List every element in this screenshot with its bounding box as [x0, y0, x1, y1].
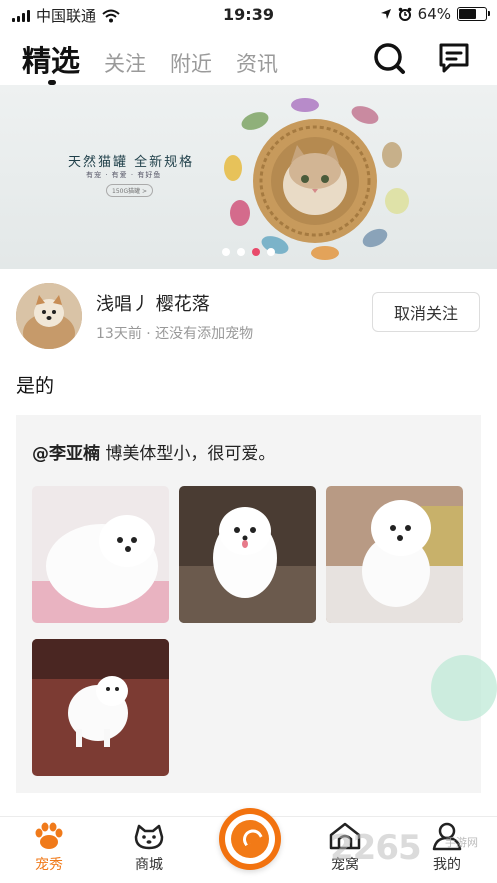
top-navigation: 精选 关注 附近 资讯 — [0, 32, 497, 85]
watermark-text: 手游网 — [445, 836, 478, 849]
tab-label: 宠秀 — [35, 857, 63, 873]
tab-mall[interactable]: 商城 — [114, 821, 184, 874]
dog-avatar-image — [16, 283, 82, 349]
battery-percent: 64% — [417, 5, 451, 23]
quoted-body: 博美体型小，很可爱。 — [100, 444, 276, 464]
tab-featured[interactable]: 精选 — [22, 38, 80, 85]
pomeranian-photo-1 — [32, 486, 169, 623]
post-photo[interactable] — [32, 639, 169, 776]
pomeranian-photo-4 — [32, 639, 169, 776]
carousel-dot-active[interactable] — [252, 248, 260, 256]
feed-tabs: 精选 关注 附近 资讯 — [22, 38, 278, 85]
alarm-icon — [398, 7, 411, 21]
unfollow-button[interactable]: 取消关注 — [372, 292, 480, 332]
banner-pill: 150G猫罐 > — [106, 184, 154, 197]
post-text: 是的 — [16, 375, 55, 397]
battery-icon — [457, 7, 490, 21]
tab-label: 我的 — [433, 857, 461, 873]
floating-action-circle[interactable] — [431, 655, 497, 721]
tab-nearby[interactable]: 附近 — [170, 48, 212, 78]
location-arrow-icon — [380, 9, 391, 19]
avatar[interactable] — [16, 283, 82, 349]
tab-following[interactable]: 关注 — [104, 48, 146, 78]
post-meta: 13天前 · 还没有添加宠物 — [96, 326, 254, 342]
pomeranian-photo-2 — [179, 486, 316, 623]
user-mention[interactable]: @李亚楠 — [32, 444, 100, 464]
post-photo[interactable] — [32, 486, 169, 623]
dog-face-icon — [134, 824, 164, 850]
carousel-dot[interactable] — [222, 248, 230, 256]
tab-label: 商城 — [135, 857, 163, 873]
banner-subtitle: 有宠 · 有爱 · 有好鱼 — [86, 171, 162, 179]
quoted-text: @李亚楠 博美体型小，很可爱。 — [32, 439, 275, 464]
promo-banner[interactable]: 天然猫罐 全新规格 有宠 · 有爱 · 有好鱼 150G猫罐 > — [0, 85, 497, 269]
tab-pet-show[interactable]: 宠秀 — [14, 821, 84, 874]
banner-headline: 天然猫罐 全新规格 — [68, 155, 195, 170]
post-photo[interactable] — [179, 486, 316, 623]
carousel-dot[interactable] — [237, 248, 245, 256]
paw-icon — [35, 822, 63, 849]
tab-news[interactable]: 资讯 — [236, 48, 278, 78]
cat-in-basket-image — [224, 98, 409, 260]
post-author-name[interactable]: 浅唱丿 樱花落 — [96, 290, 210, 316]
message-icon[interactable] — [436, 40, 472, 76]
carousel-indicator — [222, 248, 275, 256]
quoted-post[interactable]: @李亚楠 博美体型小，很可爱。 — [16, 415, 481, 793]
carousel-dot[interactable] — [267, 248, 275, 256]
status-bar: 中国联通 19:39 64% — [0, 0, 497, 30]
watermark-logo: 2265 — [330, 828, 422, 868]
post-photo[interactable] — [326, 486, 463, 623]
pomeranian-photo-3 — [326, 486, 463, 623]
search-icon[interactable] — [372, 40, 408, 76]
